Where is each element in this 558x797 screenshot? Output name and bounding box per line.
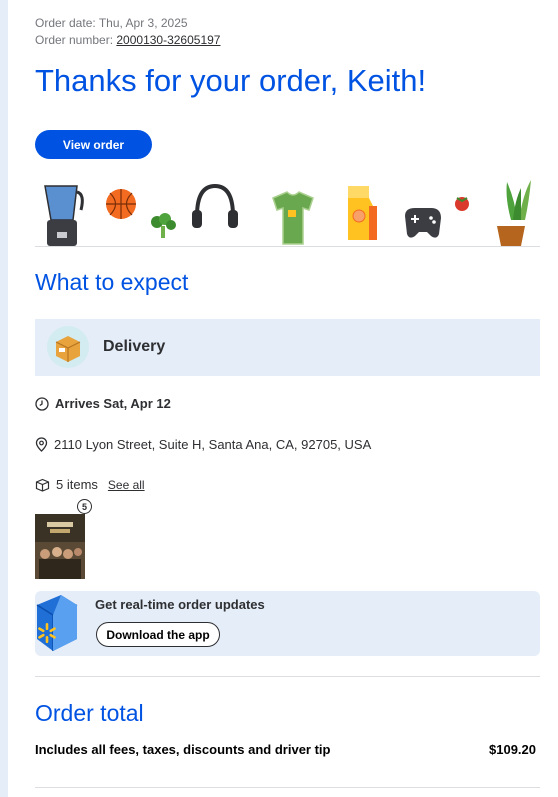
order-total-note: Includes all fees, taxes, discounts and … bbox=[35, 742, 331, 757]
package-icon bbox=[35, 478, 50, 492]
dvd-cover-image bbox=[35, 514, 85, 579]
order-number-link[interactable]: 2000130-32605197 bbox=[116, 33, 220, 47]
product-thumbnail[interactable] bbox=[35, 514, 85, 579]
delivery-method-label: Delivery bbox=[103, 338, 166, 355]
delivery-badge bbox=[47, 326, 89, 368]
address-row: 2110 Lyon Street, Suite H, Santa Ana, CA… bbox=[35, 437, 371, 452]
juice-carton-icon bbox=[348, 186, 377, 240]
arrival-date: Arrives Sat, Apr 12 bbox=[55, 396, 171, 411]
potted-plant-icon bbox=[497, 180, 531, 246]
updates-title: Get real-time order updates bbox=[95, 597, 265, 612]
blender-icon bbox=[44, 185, 84, 246]
walmart-box-icon bbox=[36, 595, 78, 651]
order-date-label: Order date: bbox=[35, 16, 96, 30]
order-date: Order date: Thu, Apr 3, 2025 bbox=[35, 16, 188, 30]
t-shirt-icon bbox=[272, 191, 314, 245]
tomato-icon bbox=[455, 197, 469, 211]
left-rail bbox=[0, 0, 8, 797]
view-order-button[interactable]: View order bbox=[35, 130, 152, 159]
clock-icon bbox=[35, 396, 49, 411]
items-row: 5 items See all bbox=[35, 477, 145, 492]
basketball-icon bbox=[106, 189, 136, 219]
order-total-row: Includes all fees, taxes, discounts and … bbox=[35, 742, 536, 757]
order-date-value: Thu, Apr 3, 2025 bbox=[98, 16, 188, 30]
delivery-box-icon bbox=[55, 336, 81, 362]
product-illustration-strip bbox=[44, 180, 531, 246]
quantity-badge: 5 bbox=[77, 499, 92, 514]
order-number: Order number: 2000130-32605197 bbox=[35, 33, 220, 47]
illustration-divider bbox=[35, 246, 540, 247]
arrival-row: Arrives Sat, Apr 12 bbox=[35, 396, 171, 411]
bottom-divider bbox=[35, 787, 540, 788]
order-total-title: Order total bbox=[35, 700, 144, 726]
game-controller-icon bbox=[405, 208, 441, 238]
page-title: Thanks for your order, Keith! bbox=[35, 63, 427, 98]
order-total-amount: $109.20 bbox=[489, 742, 536, 757]
headphones-icon bbox=[192, 183, 238, 228]
items-count: 5 items bbox=[56, 477, 98, 492]
see-all-link[interactable]: See all bbox=[108, 478, 145, 492]
order-number-label: Order number: bbox=[35, 33, 114, 47]
delivery-address: 2110 Lyon Street, Suite H, Santa Ana, CA… bbox=[54, 437, 372, 452]
what-to-expect-title: What to expect bbox=[35, 269, 189, 295]
download-app-button[interactable]: Download the app bbox=[96, 622, 220, 647]
broccoli-icon bbox=[151, 213, 176, 238]
app-updates-card: Get real-time order updates Download the… bbox=[35, 591, 540, 656]
section-divider bbox=[35, 676, 540, 677]
location-pin-icon bbox=[35, 437, 48, 452]
delivery-band: Delivery bbox=[35, 319, 540, 376]
